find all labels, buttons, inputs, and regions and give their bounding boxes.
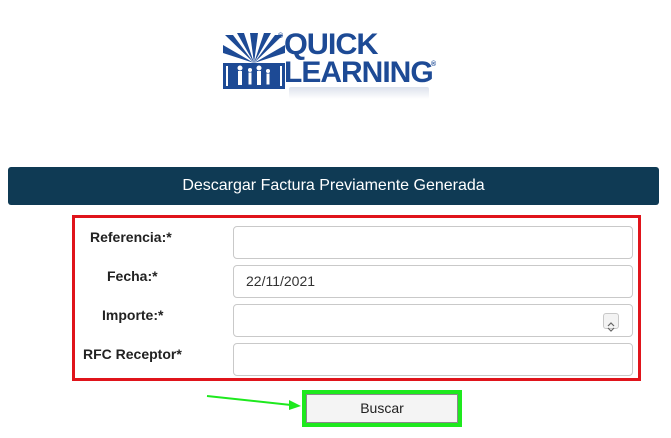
importe-input[interactable] — [233, 304, 633, 337]
referencia-label: Referencia:* — [90, 229, 172, 245]
sunburst-family-icon — [223, 33, 285, 89]
fecha-input[interactable]: 22/11/2021 — [233, 265, 633, 298]
importe-label: Importe:* — [102, 307, 164, 323]
fecha-label: Fecha:* — [107, 268, 158, 284]
rfc-receptor-label: RFC Receptor* — [83, 346, 182, 362]
spinner-arrows-icon — [607, 322, 615, 332]
referencia-input[interactable] — [233, 226, 633, 259]
number-spinner[interactable] — [603, 313, 619, 332]
quick-learning-logo: QUICK LEARNING ® ® — [223, 30, 441, 101]
arrow-pointer-icon — [206, 395, 301, 410]
buscar-button[interactable]: Buscar — [306, 394, 458, 423]
logo-reflection — [289, 87, 429, 99]
logo-text-learning: LEARNING — [284, 56, 434, 89]
page-title-bar: Descargar Factura Previamente Generada — [8, 167, 659, 205]
logo-text-quick: QUICK — [284, 28, 379, 61]
search-button-highlight: Buscar — [302, 390, 462, 427]
rfc-receptor-input[interactable] — [233, 343, 633, 376]
registered-mark: ® — [278, 33, 284, 40]
registered-mark: ® — [431, 61, 437, 68]
